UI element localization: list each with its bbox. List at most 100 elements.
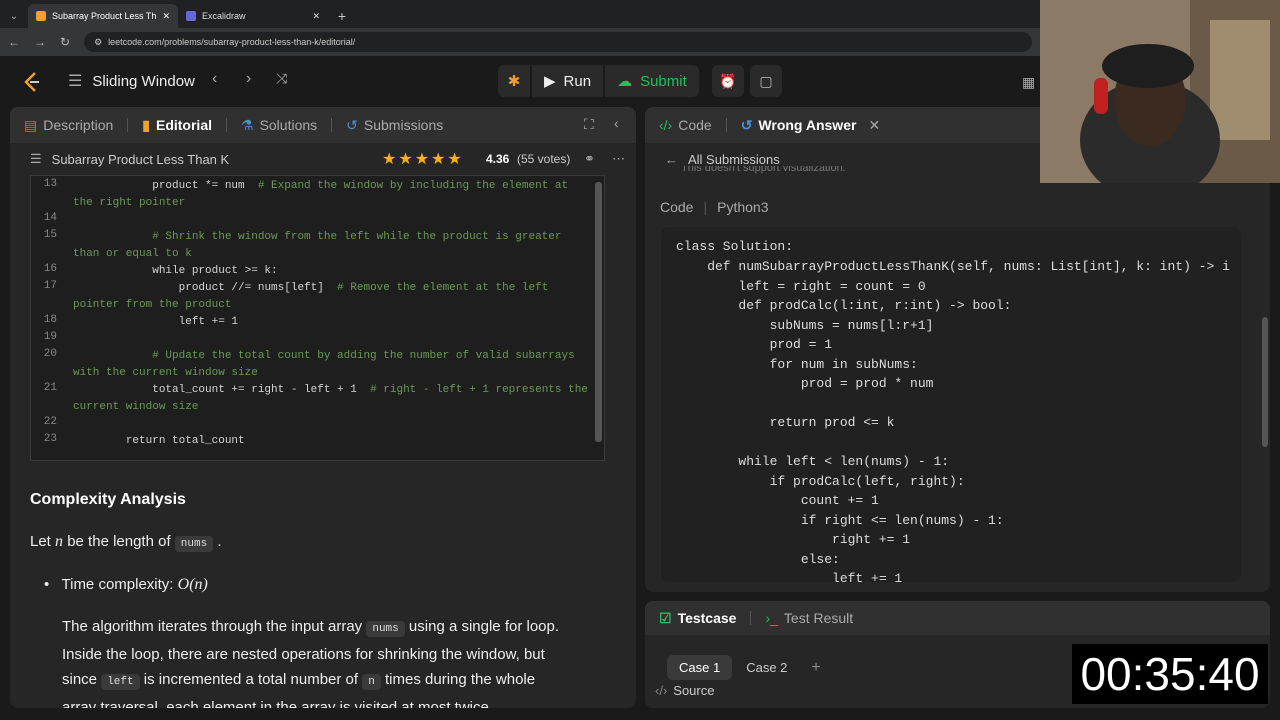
divider [725,118,727,132]
text: times during the whole [385,671,536,688]
code-text: total_count += right - left + 1 [73,384,371,396]
source-link[interactable]: ‹/› Source [655,683,714,698]
alarm-icon: ⏰ [719,72,737,89]
browser-tab-title: Excalidraw [202,11,246,21]
close-tab-icon[interactable]: ✕ [162,11,170,22]
excalidraw-favicon-icon [186,11,196,21]
rating-stars-icon: ★★★★★ [382,151,464,168]
tab-test-result[interactable]: ›_ Test Result [765,610,853,626]
problem-title: Subarray Product Less Than K [51,151,230,167]
case-1-tab[interactable]: Case 1 [667,655,733,680]
run-button[interactable]: ▶ Run [532,65,604,97]
more-icon[interactable]: ⋯ [612,151,625,167]
divider [226,118,227,132]
prev-problem-icon[interactable]: ‹ [212,70,217,88]
browser-tab-leetcode[interactable]: Subarray Product Less Than K ✕ [28,4,178,28]
tab-code[interactable]: ‹/› Code [659,117,712,133]
tab-wrong-answer[interactable]: ↺ Wrong Answer ✕ [741,117,880,134]
submit-label: Submit [640,72,687,90]
add-case-button[interactable]: + [811,659,820,677]
close-tab-icon[interactable]: ✕ [312,11,320,22]
new-tab-icon[interactable]: + [328,4,356,28]
history-icon: ↺ [346,116,358,133]
code-scrollbar[interactable] [595,182,602,442]
close-icon[interactable]: ✕ [868,117,880,134]
tab-label: Test Result [783,610,854,626]
code-text: return total_count [73,435,245,447]
tab-search-icon[interactable]: ⌄ [0,4,28,28]
time-label: Time complexity: [61,576,174,593]
inline-code: n [362,674,381,690]
complexity-heading: Complexity Analysis [30,491,186,508]
tab-submissions[interactable]: ↺ Submissions [346,117,443,134]
address-bar-row: ← → ↻ ⚙ leetcode.com/problems/subarray-p… [0,28,1040,56]
stream-timer: 00:35:40 [1072,644,1268,704]
code-line: def prodCalc(l:int, r:int) -> bool: [676,298,1012,313]
divider: | [703,199,708,215]
code-text: left += 1 [73,316,239,328]
line-number: 14 [43,212,57,224]
next-problem-icon[interactable]: › [246,70,251,88]
submitted-code-block: class Solution: def numSubarrayProductLe… [661,227,1241,582]
maximize-icon[interactable]: ⛶ [584,116,594,133]
menu-icon[interactable]: ☰ [30,151,42,167]
code-line: left = right = count = 0 [676,279,926,294]
tab-editorial[interactable]: ▮ Editorial [142,117,212,134]
line-number: 17 [43,280,57,292]
url-field[interactable]: ⚙ leetcode.com/problems/subarray-product… [84,32,1032,52]
line-number: 19 [43,331,57,343]
notes-button[interactable]: ▢ [750,65,782,97]
checkbox-icon: ☑ [659,609,672,626]
text: Let [30,533,51,550]
let-paragraph: Let n be the length of nums . [30,533,222,552]
debug-button[interactable]: ✱ [498,65,530,97]
divider [127,118,129,132]
line-number: 15 [43,229,57,241]
browser-tab-excalidraw[interactable]: Excalidraw ✕ [178,4,328,28]
tab-label: Submissions [363,117,444,133]
testcase-tabs: ☑ Testcase ›_ Test Result [645,601,1270,635]
tab-solutions[interactable]: ⚗ Solutions [241,117,317,134]
visualization-note: This doesn't support visualization. [681,166,846,174]
bullet-icon: • [44,576,50,593]
reload-icon[interactable]: ↻ [60,35,70,49]
tab-label: Testcase [677,610,737,626]
tab-label: Solutions [259,117,318,133]
code-line: for num in subNums: [676,357,918,372]
list-icon: ☰ [68,73,83,90]
rating-value: 4.36 [486,152,510,166]
forward-icon[interactable]: → [34,35,46,49]
all-submissions-link[interactable]: All Submissions [688,152,780,167]
shuffle-icon[interactable]: ⤨ [276,70,287,87]
case-2-tab[interactable]: Case 2 [744,655,789,680]
code-line: else: [676,552,840,567]
line-number: 22 [43,416,57,428]
collapse-icon[interactable]: ‹ [614,115,619,131]
code-line: while left < len(nums) - 1: [676,454,950,469]
tab-description[interactable]: ▤ Description [24,117,113,134]
scrollbar[interactable] [1262,317,1268,447]
back-arrow-icon[interactable]: ← [665,152,678,167]
problem-list-nav[interactable]: ☰ Sliding Window [68,71,195,91]
text: using a single for loop. [408,618,560,635]
back-icon[interactable]: ← [8,35,20,49]
code-line: subNums = nums[l:r+1] [676,318,934,333]
layout-icon[interactable]: ▦ [1022,74,1035,91]
code-line: if right <= len(nums) - 1: [676,513,1004,528]
link-icon[interactable]: ⚭ [584,151,595,167]
problem-list-title: Sliding Window [92,72,195,90]
code-line: if prodCalc(left, right): [676,474,965,489]
tab-testcase[interactable]: ☑ Testcase [659,610,736,627]
text: since [62,671,98,688]
browser-tab-strip: ⌄ Subarray Product Less Than K ✕ Excalid… [0,0,1040,28]
submit-button[interactable]: ☁ Submit [605,65,699,97]
leetcode-logo-icon[interactable] [22,71,42,92]
algorithm-paragraph: The algorithm iterates through the input… [62,614,622,708]
code-line: class Solution: [676,239,794,254]
site-info-icon[interactable]: ⚙ [94,37,102,48]
left-panel-tabs: ▤ Description ▮ Editorial ⚗ Solutions ↺ Subm… [10,107,636,143]
inline-code: nums [366,621,405,637]
timer-button[interactable]: ⏰ [712,65,744,97]
